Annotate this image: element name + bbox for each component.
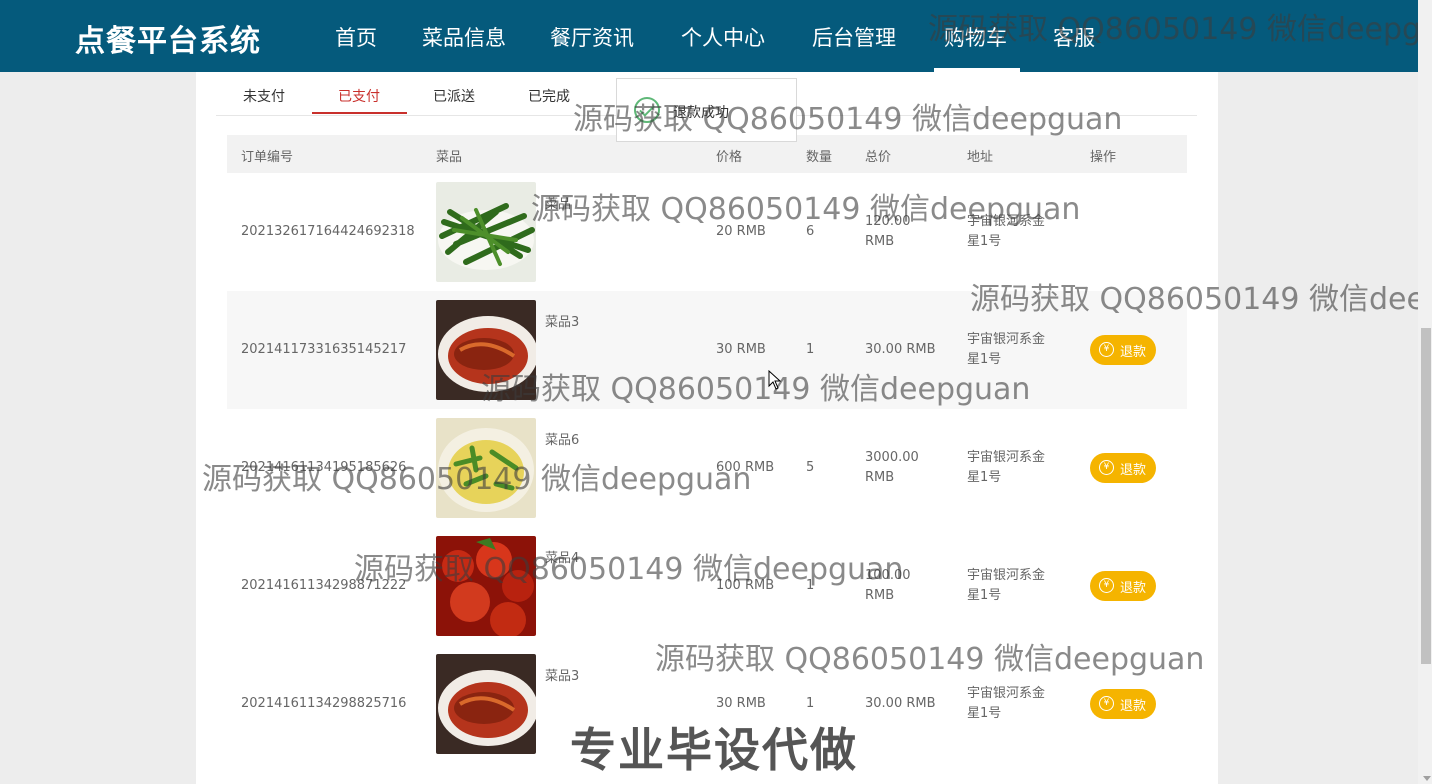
refund-button[interactable]: ¥ 退款 [1090, 453, 1156, 483]
yen-icon: ¥ [1099, 460, 1114, 475]
tab-unpaid[interactable]: 未支付 [243, 86, 285, 106]
big-watermark: 专业毕设代做 [570, 723, 858, 777]
tab-paid[interactable]: 已支付 [338, 86, 380, 106]
watermark: 源码获取 QQ86050149 微信deepguan [928, 12, 1432, 47]
nav-item-home[interactable]: 首页 [335, 22, 377, 52]
refund-button[interactable]: ¥ 退款 [1090, 335, 1156, 365]
tab-delivered[interactable]: 已派送 [433, 86, 475, 106]
order-number: 20214161134298825716 [241, 696, 407, 711]
dish-name: 菜品3 [545, 669, 580, 684]
column-header-price: 价格 [716, 150, 743, 165]
price: 30 RMB [716, 342, 766, 357]
watermark: 源码获取 QQ86050149 微信deepguan [573, 102, 1123, 137]
scrollbar-thumb[interactable] [1421, 328, 1431, 664]
watermark: 源码获取 QQ86050149 微信deepguan [655, 642, 1205, 677]
nav-item-profile[interactable]: 个人中心 [681, 22, 765, 52]
quantity: 1 [806, 342, 815, 357]
yen-icon: ¥ [1099, 696, 1114, 711]
column-header-total: 总价 [865, 150, 892, 165]
nav-item-dishes[interactable]: 菜品信息 [422, 22, 506, 52]
total-price: 30.00 RMB [865, 696, 936, 711]
dish-name: 菜品3 [545, 315, 580, 330]
refund-button[interactable]: ¥ 退款 [1090, 689, 1156, 719]
quantity: 1 [806, 696, 815, 711]
order-number: 20214117331635145217 [241, 342, 407, 357]
watermark: 源码获取 QQ86050149 微信deepguan [970, 282, 1432, 317]
yen-icon: ¥ [1099, 578, 1114, 593]
address: 宇宙银河系金星1号 [967, 450, 1046, 485]
total-price: 30.00 RMB [865, 342, 936, 357]
order-number: 202132617164424692318 [241, 224, 415, 239]
watermark: 源码获取 QQ86050149 微信deepguan [531, 192, 1081, 227]
tab-completed[interactable]: 已完成 [528, 86, 570, 106]
dish-image [436, 182, 536, 282]
tab-active-underline [312, 112, 407, 114]
column-header-address: 地址 [967, 150, 994, 165]
watermark: 源码获取 QQ86050149 微信deepguan [202, 462, 752, 497]
nav-item-news[interactable]: 餐厅资讯 [550, 22, 634, 52]
scroll-down-arrow-icon[interactable] [1423, 776, 1431, 781]
column-header-order-no: 订单编号 [241, 150, 294, 165]
nav-item-admin[interactable]: 后台管理 [812, 22, 896, 52]
watermark: 源码获取 QQ86050149 微信deepguan [354, 552, 904, 587]
address: 宇宙银河系金星1号 [967, 686, 1046, 721]
address: 宇宙银河系金星1号 [967, 568, 1046, 603]
brand-title: 点餐平台系统 [75, 24, 261, 59]
quantity: 5 [806, 460, 815, 475]
column-header-dish: 菜品 [436, 150, 463, 165]
yen-icon: ¥ [1099, 342, 1114, 357]
price: 30 RMB [716, 696, 766, 711]
column-header-quantity: 数量 [806, 150, 833, 165]
column-header-action: 操作 [1090, 150, 1117, 165]
refund-button[interactable]: ¥ 退款 [1090, 571, 1156, 601]
mouse-cursor-icon [768, 369, 782, 394]
dish-image [436, 654, 536, 754]
watermark: 源码获取 QQ86050149 微信deepguan [481, 372, 1031, 407]
dish-name: 菜品6 [545, 433, 580, 448]
total-price: 3000.00 RMB [865, 450, 919, 485]
